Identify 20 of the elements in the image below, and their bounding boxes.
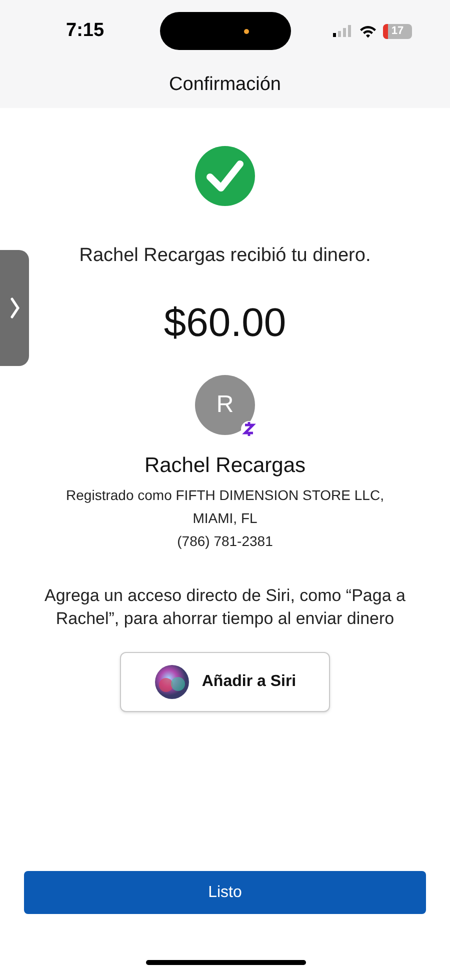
chevron-right-icon [10, 297, 20, 319]
amount: $60.00 [164, 300, 286, 346]
siri-icon [154, 664, 190, 700]
recipient-name: Rachel Recargas [144, 452, 306, 478]
avatar: R [195, 374, 255, 434]
registered-name: Registrado como FIFTH DIMENSION STORE LLC, [66, 486, 384, 505]
screen-title: Confirmación [169, 72, 281, 97]
zelle-badge-icon [241, 418, 257, 438]
side-tab[interactable] [0, 250, 29, 366]
wifi-icon [359, 24, 377, 38]
siri-hint: Agrega un acceso directo de Siri, como “Paga a Rachel”, para ahorrar tiempo al enviar dinero [44, 585, 406, 630]
signal-icon [333, 25, 353, 37]
recipient-location: MIAMI, FL [192, 509, 258, 528]
confirmation-message: Rachel Recargas recibió tu dinero. [79, 244, 371, 268]
done-button[interactable]: Listo [24, 871, 426, 914]
success-check-icon [195, 146, 255, 206]
recipient-phone: (786) 781-2381 [177, 532, 273, 551]
add-to-siri-button[interactable]: Añadir a Siri [120, 652, 330, 712]
battery-icon: 17 [383, 24, 412, 38]
status-time: 7:15 [66, 18, 106, 43]
